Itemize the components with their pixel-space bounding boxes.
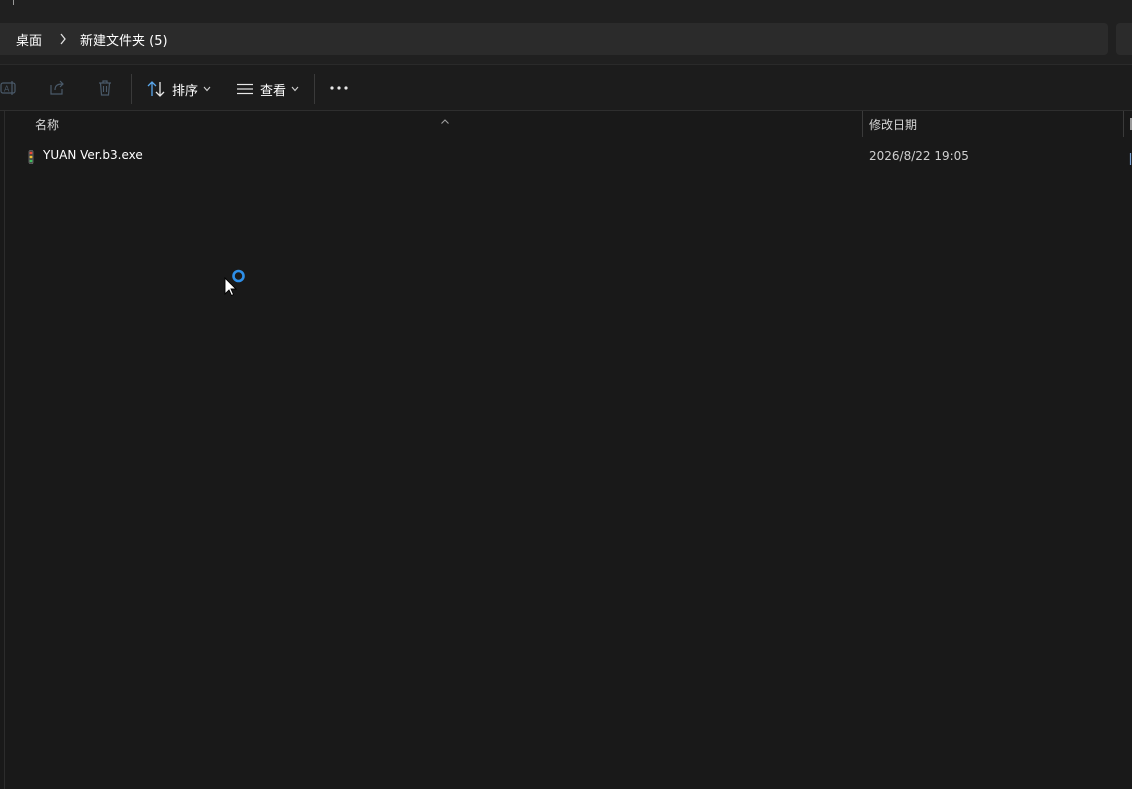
breadcrumb-item-folder[interactable]: 新建文件夹 (5) <box>80 30 168 49</box>
command-bar: A 排序 查看 <box>0 64 1132 111</box>
address-row: 桌面 新建文件夹 (5) <box>0 16 1132 64</box>
column-header-name[interactable]: 名称 <box>35 111 59 137</box>
breadcrumb[interactable]: 桌面 新建文件夹 (5) <box>0 23 1108 55</box>
file-list-pane[interactable]: 名称 修改日期 YUAN Ver.b3.exe 2026/8/22 19:05 <box>0 111 1132 789</box>
table-row[interactable]: YUAN Ver.b3.exe 2026/8/22 19:05 <box>20 145 1132 167</box>
chevron-down-icon <box>291 86 299 92</box>
chevron-right-icon[interactable] <box>58 32 68 46</box>
breadcrumb-item-desktop[interactable]: 桌面 <box>16 30 42 49</box>
file-explorer-window: 桌面 新建文件夹 (5) A 排序 查看 名称 修改日期 YUAN Ver.b3… <box>0 0 1132 789</box>
file-modified-date: 2026/8/22 19:05 <box>869 149 969 163</box>
view-button[interactable]: 查看 <box>237 74 299 104</box>
toolbar-divider <box>131 74 132 104</box>
column-resize-handle[interactable] <box>1123 111 1124 137</box>
sort-label: 排序 <box>172 83 199 99</box>
pane-border <box>4 111 5 789</box>
view-lines-icon <box>237 83 253 95</box>
title-strip <box>0 0 1132 16</box>
column-header-date[interactable]: 修改日期 <box>869 111 917 137</box>
sort-icon <box>147 81 165 97</box>
chevron-down-icon <box>203 86 211 92</box>
exe-file-icon <box>25 149 37 164</box>
delete-icon[interactable] <box>96 79 114 97</box>
toolbar-divider <box>314 74 315 104</box>
column-resize-handle[interactable] <box>862 111 863 137</box>
busy-cursor-icon <box>223 266 249 298</box>
caret-mark <box>13 0 14 5</box>
search-box[interactable] <box>1116 23 1132 55</box>
share-icon[interactable] <box>48 79 66 97</box>
sort-button[interactable]: 排序 <box>147 74 211 104</box>
view-label: 查看 <box>260 83 287 99</box>
file-name: YUAN Ver.b3.exe <box>43 148 143 162</box>
svg-text:A: A <box>4 85 10 94</box>
rename-icon[interactable]: A <box>0 79 18 97</box>
more-icon[interactable] <box>330 79 348 97</box>
sort-ascending-icon <box>440 111 450 124</box>
